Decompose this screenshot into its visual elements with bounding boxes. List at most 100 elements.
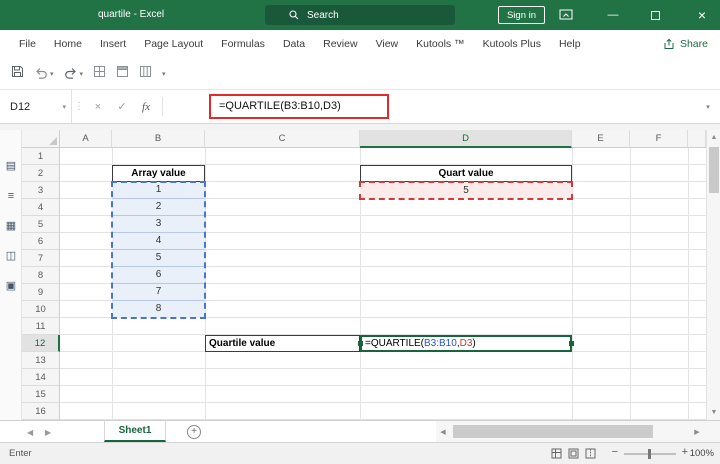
cell-b8[interactable]: 6: [112, 267, 205, 284]
quick-access-toolbar: ▾ ▾: [0, 58, 720, 90]
scroll-down-icon[interactable]: ▼: [707, 405, 720, 420]
ribbon-display-options-button[interactable]: [552, 0, 580, 30]
minimize-button[interactable]: —: [598, 0, 628, 30]
tab-review[interactable]: Review: [314, 30, 366, 58]
cell-c12-quartile-label[interactable]: Quartile value: [205, 335, 360, 352]
column-header-e[interactable]: E: [572, 130, 630, 148]
row-header-16[interactable]: 16: [22, 403, 60, 420]
customize-qat-button[interactable]: ▾: [162, 70, 166, 78]
formula-bar-resize-handle[interactable]: ⋮: [72, 90, 86, 123]
tab-file[interactable]: File: [10, 30, 45, 58]
column-header-f[interactable]: F: [630, 130, 688, 148]
row-header-3[interactable]: 3: [22, 182, 60, 199]
row-header-10[interactable]: 10: [22, 301, 60, 318]
scroll-left-icon[interactable]: ◀: [436, 428, 450, 436]
search-box[interactable]: Search: [265, 5, 455, 25]
row-header-12-selected[interactable]: 12: [22, 335, 60, 352]
side-pane-grid-icon[interactable]: ▦: [3, 218, 19, 234]
view-shortcuts: [551, 448, 596, 459]
cancel-button[interactable]: ×: [86, 90, 110, 123]
insert-function-button[interactable]: fx: [134, 90, 158, 123]
scroll-up-icon[interactable]: ▲: [707, 130, 720, 145]
cell-b7[interactable]: 5: [112, 250, 205, 267]
cell-d2-quart-header[interactable]: Quart value: [360, 165, 572, 182]
column-header-b[interactable]: B: [112, 130, 205, 148]
toolbar-borders-button[interactable]: [93, 65, 106, 83]
row-header-13[interactable]: 13: [22, 352, 60, 369]
vertical-scrollbar-thumb[interactable]: [709, 147, 719, 193]
vertical-scrollbar[interactable]: ▲ ▼: [706, 130, 720, 420]
cell-b9[interactable]: 7: [112, 284, 205, 301]
tab-insert[interactable]: Insert: [91, 30, 135, 58]
toolbar-table-button[interactable]: [116, 65, 129, 83]
row-header-14[interactable]: 14: [22, 369, 60, 386]
save-button[interactable]: [11, 65, 24, 83]
row-header-15[interactable]: 15: [22, 386, 60, 403]
enter-button[interactable]: ✓: [110, 90, 134, 123]
zoom-out-button[interactable]: −: [612, 446, 618, 458]
row-header-7[interactable]: 7: [22, 250, 60, 267]
tab-home[interactable]: Home: [45, 30, 91, 58]
tab-page-layout[interactable]: Page Layout: [135, 30, 212, 58]
tab-formulas[interactable]: Formulas: [212, 30, 274, 58]
row-header-9[interactable]: 9: [22, 284, 60, 301]
zoom-slider[interactable]: [624, 453, 676, 455]
row-header-4[interactable]: 4: [22, 199, 60, 216]
cell-b3[interactable]: 1: [112, 182, 205, 199]
row-header-8[interactable]: 8: [22, 267, 60, 284]
horizontal-scrollbar-thumb[interactable]: [453, 425, 653, 438]
zoom-slider-thumb[interactable]: [648, 449, 651, 459]
undo-button[interactable]: ▾: [34, 67, 54, 80]
page-layout-view-icon[interactable]: [568, 448, 579, 459]
cell-d3-quart-value-referenced[interactable]: 5: [360, 182, 572, 199]
page-break-view-icon[interactable]: [585, 448, 596, 459]
name-box-dropdown-icon[interactable]: ▾: [62, 103, 66, 111]
horizontal-scrollbar[interactable]: ◀ ▶: [436, 421, 706, 442]
cell-d12-formula-editing[interactable]: =QUARTILE(B3:B10,D3): [360, 335, 572, 352]
normal-view-icon[interactable]: [551, 448, 562, 459]
sheet-nav-left-icon[interactable]: ◀: [27, 428, 33, 437]
cell-b2-array-header[interactable]: Array value: [112, 165, 205, 182]
tab-help[interactable]: Help: [550, 30, 590, 58]
formula-input[interactable]: =QUARTILE(B3:B10,D3): [167, 90, 696, 123]
share-button[interactable]: Share: [663, 30, 708, 58]
side-pane-columns-icon[interactable]: ◫: [3, 248, 19, 264]
scroll-right-icon[interactable]: ▶: [690, 428, 704, 436]
row-header-5[interactable]: 5: [22, 216, 60, 233]
column-header-c[interactable]: C: [205, 130, 360, 148]
sign-in-button[interactable]: Sign in: [498, 6, 545, 24]
zoom-level[interactable]: 100%: [690, 448, 714, 459]
row-header-6[interactable]: 6: [22, 233, 60, 250]
sheet-tab-sheet1[interactable]: Sheet1: [104, 421, 166, 442]
redo-dropdown-icon[interactable]: ▾: [80, 70, 84, 78]
borders-grid-icon: [93, 65, 106, 78]
cell-b5[interactable]: 3: [112, 216, 205, 233]
cell-b4[interactable]: 2: [112, 199, 205, 216]
side-pane-workbook-icon[interactable]: ▤: [3, 158, 19, 174]
toolbar-cells-button[interactable]: [139, 65, 152, 83]
select-all-corner[interactable]: [22, 130, 60, 148]
row-header-1[interactable]: 1: [22, 148, 60, 165]
restore-button[interactable]: [640, 0, 670, 30]
cell-b10[interactable]: 8: [112, 301, 205, 318]
column-header-d-selected[interactable]: D: [360, 130, 572, 148]
undo-dropdown-icon[interactable]: ▾: [50, 70, 54, 78]
range-b3-b10-referenced[interactable]: 1 2 3 4 5 6 7 8: [112, 182, 205, 318]
cell-b6[interactable]: 4: [112, 233, 205, 250]
column-header-a[interactable]: A: [60, 130, 112, 148]
tab-data[interactable]: Data: [274, 30, 314, 58]
redo-button[interactable]: ▾: [64, 67, 84, 80]
tab-view[interactable]: View: [367, 30, 408, 58]
formula-bar-expand-icon[interactable]: ▾: [696, 90, 720, 123]
tab-kutools[interactable]: Kutools ™: [407, 30, 473, 58]
side-pane-panel-icon[interactable]: ▣: [3, 278, 19, 294]
zoom-in-button[interactable]: +: [682, 446, 688, 458]
close-button[interactable]: ×: [684, 0, 720, 30]
add-sheet-button[interactable]: +: [187, 425, 201, 439]
sheet-nav-right-icon[interactable]: ▶: [45, 428, 51, 437]
row-header-11[interactable]: 11: [22, 318, 60, 335]
tab-kutools-plus[interactable]: Kutools Plus: [474, 30, 550, 58]
side-pane-list-icon[interactable]: ≡: [3, 188, 19, 204]
name-box[interactable]: D12 ▾: [0, 90, 72, 123]
row-header-2[interactable]: 2: [22, 165, 60, 182]
